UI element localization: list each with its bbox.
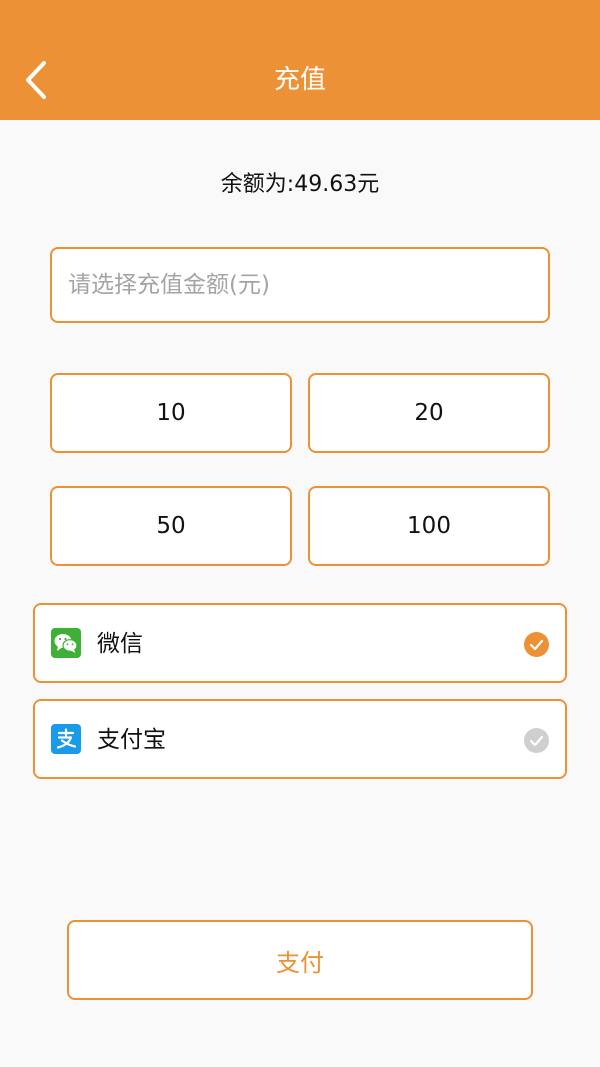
payment-method-wechat[interactable]: 微信 bbox=[33, 603, 567, 683]
amount-option-100[interactable]: 100 bbox=[308, 486, 550, 566]
alipay-icon bbox=[51, 724, 81, 754]
payment-label-wechat: 微信 bbox=[97, 631, 143, 657]
amount-option-20[interactable]: 20 bbox=[308, 373, 550, 453]
check-circle-icon-unselected[interactable] bbox=[524, 728, 549, 753]
balance-text: 余额为:49.63元 bbox=[220, 172, 380, 197]
amount-option-10[interactable]: 10 bbox=[50, 373, 292, 453]
payment-method-alipay[interactable]: 支付宝 bbox=[33, 699, 567, 779]
top-bar: 充值 bbox=[0, 0, 600, 120]
wechat-icon bbox=[51, 628, 81, 658]
pay-button[interactable]: 支付 bbox=[67, 920, 533, 1000]
page-title: 充值 bbox=[273, 65, 326, 95]
amount-input[interactable] bbox=[50, 247, 550, 323]
check-circle-icon[interactable] bbox=[524, 632, 549, 657]
payment-label-alipay: 支付宝 bbox=[97, 727, 166, 753]
amount-option-50[interactable]: 50 bbox=[50, 486, 292, 566]
